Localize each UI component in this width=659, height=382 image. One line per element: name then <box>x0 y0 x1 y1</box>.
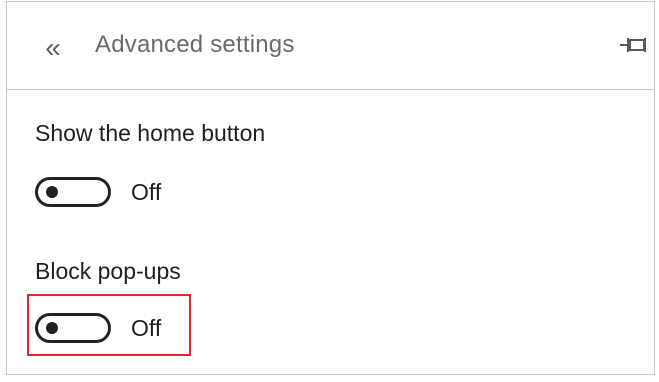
panel-header: « Advanced settings <box>7 2 654 90</box>
double-chevron-left-icon: « <box>45 32 61 63</box>
page-title: Advanced settings <box>95 31 295 58</box>
toggle-knob <box>46 322 58 334</box>
home-button-toggle[interactable] <box>35 177 111 207</box>
toggle-knob <box>46 186 58 198</box>
block-popups-toggle-state: Off <box>131 314 162 341</box>
block-popups-toggle[interactable] <box>35 313 111 343</box>
pin-icon <box>618 34 648 61</box>
setting-label-block-popups: Block pop-ups <box>35 258 181 284</box>
setting-label-home-button: Show the home button <box>35 120 266 146</box>
pin-button[interactable] <box>616 34 650 60</box>
block-popups-toggle-row: Off <box>35 308 161 348</box>
home-button-toggle-row: Off <box>35 172 161 212</box>
back-button[interactable]: « <box>35 28 71 68</box>
home-button-toggle-state: Off <box>131 178 162 205</box>
advanced-settings-panel: « Advanced settings Show the home button… <box>6 1 655 375</box>
